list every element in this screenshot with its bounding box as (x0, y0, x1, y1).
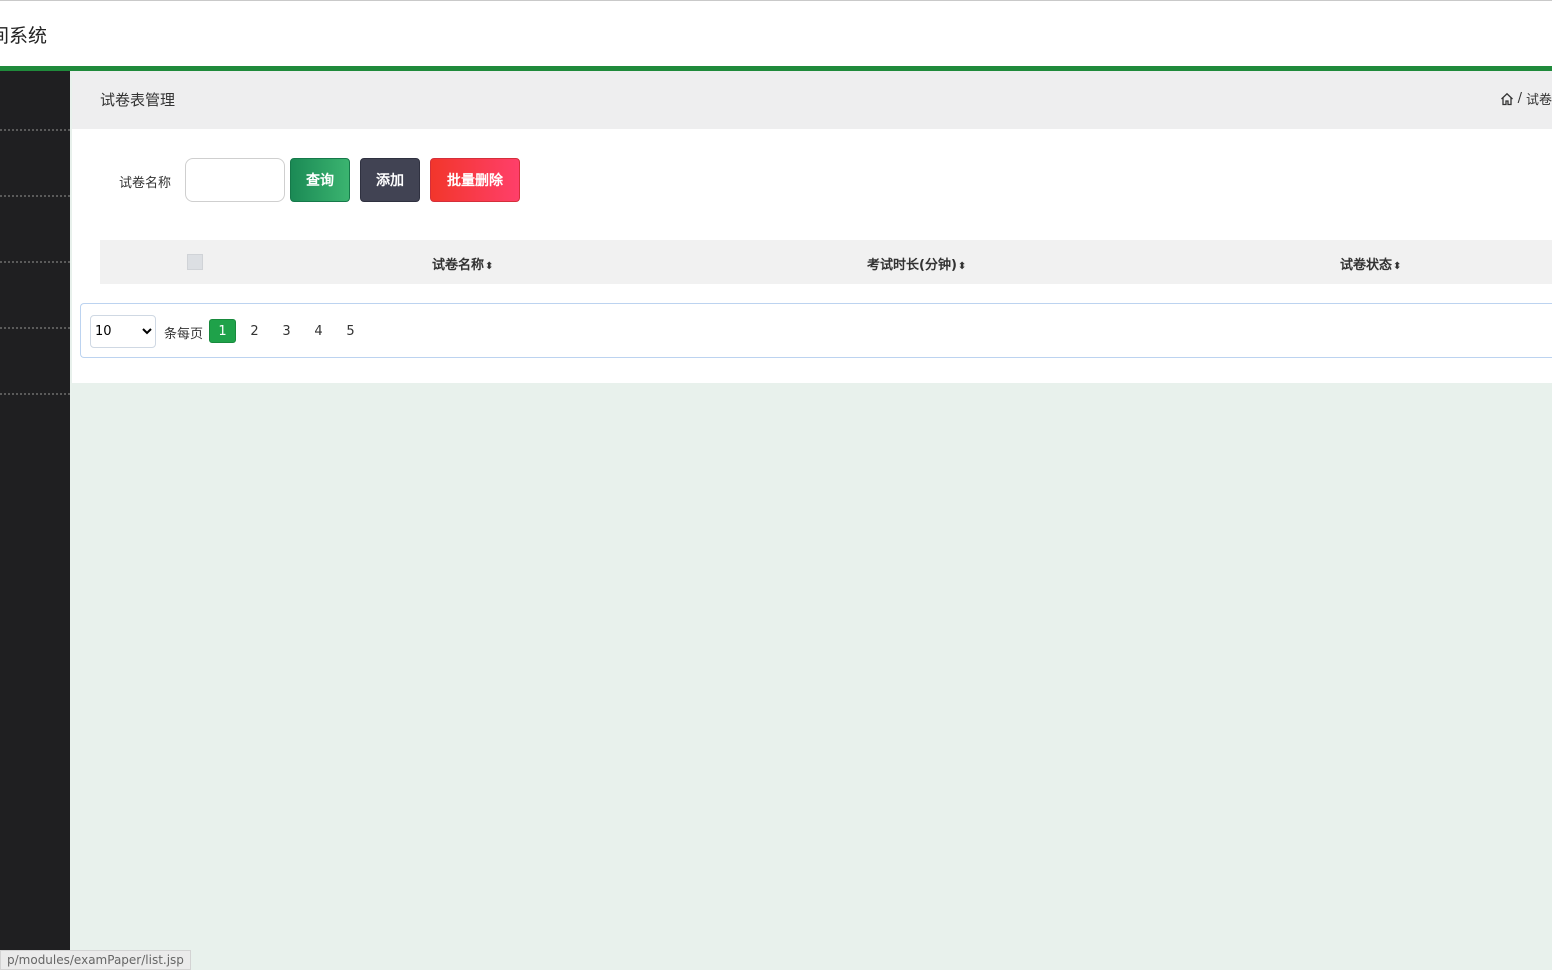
select-all-checkbox[interactable] (187, 254, 203, 270)
table-header: 试卷名称⬍ 考试时长(分钟)⬍ 试卷状态⬍ (100, 240, 1552, 284)
paper-name-search-input[interactable] (185, 158, 285, 202)
sidebar-item-2[interactable] (0, 195, 70, 197)
breadcrumb-current: 试卷 (1525, 93, 1552, 108)
breadcrumb: / 试卷 (1500, 89, 1552, 108)
main-content: 试卷表管理 / 试卷 试卷名称 查询 添加 批量删除 试卷名称⬍ 考试时长(分钟… (72, 71, 1552, 970)
page-title: 试卷表管理 (100, 91, 176, 109)
list-panel: 试卷名称 查询 添加 批量删除 试卷名称⬍ 考试时长(分钟)⬍ 试卷状态⬍ 10… (72, 129, 1552, 383)
home-icon[interactable] (1500, 92, 1514, 106)
status-bar-url: p/modules/examPaper/list.jsp (0, 950, 191, 970)
app-title: 间系统 (0, 25, 48, 47)
top-bar: 间系统 (0, 0, 1552, 66)
sort-icon: ⬍ (957, 261, 967, 272)
column-header-exam-duration[interactable]: 考试时长(分钟)⬍ (867, 254, 966, 273)
search-label: 试卷名称 (119, 176, 172, 191)
sidebar-item-3[interactable] (0, 261, 70, 263)
sidebar-item-4[interactable] (0, 327, 70, 329)
sort-icon: ⬍ (485, 261, 494, 272)
query-button[interactable]: 查询 (290, 158, 350, 202)
per-page-label: 条每页 (164, 327, 204, 342)
page-button-3[interactable]: 3 (273, 319, 300, 343)
page-size-select[interactable]: 10 (90, 315, 156, 348)
page-header: 试卷表管理 / 试卷 (72, 71, 1552, 129)
column-header-label: 试卷名称 (432, 258, 485, 273)
sort-icon: ⬍ (1393, 261, 1402, 272)
page-button-2[interactable]: 2 (241, 319, 268, 343)
column-header-paper-status[interactable]: 试卷状态⬍ (1340, 254, 1401, 273)
sidebar-item-5[interactable] (0, 393, 70, 395)
page-button-5[interactable]: 5 (337, 319, 364, 343)
pagination-bar: 10 条每页 1 2 3 4 5 (80, 303, 1552, 358)
column-header-label: 试卷状态 (1340, 258, 1393, 273)
page-button-1[interactable]: 1 (209, 319, 236, 343)
sidebar (0, 71, 70, 970)
sidebar-item-1[interactable] (0, 129, 70, 131)
page-button-4[interactable]: 4 (305, 319, 332, 343)
batch-delete-button[interactable]: 批量删除 (430, 158, 520, 202)
breadcrumb-separator: / (1517, 91, 1522, 106)
column-header-paper-name[interactable]: 试卷名称⬍ (432, 254, 493, 273)
add-button[interactable]: 添加 (360, 158, 420, 202)
column-header-label: 考试时长(分钟) (867, 258, 957, 273)
